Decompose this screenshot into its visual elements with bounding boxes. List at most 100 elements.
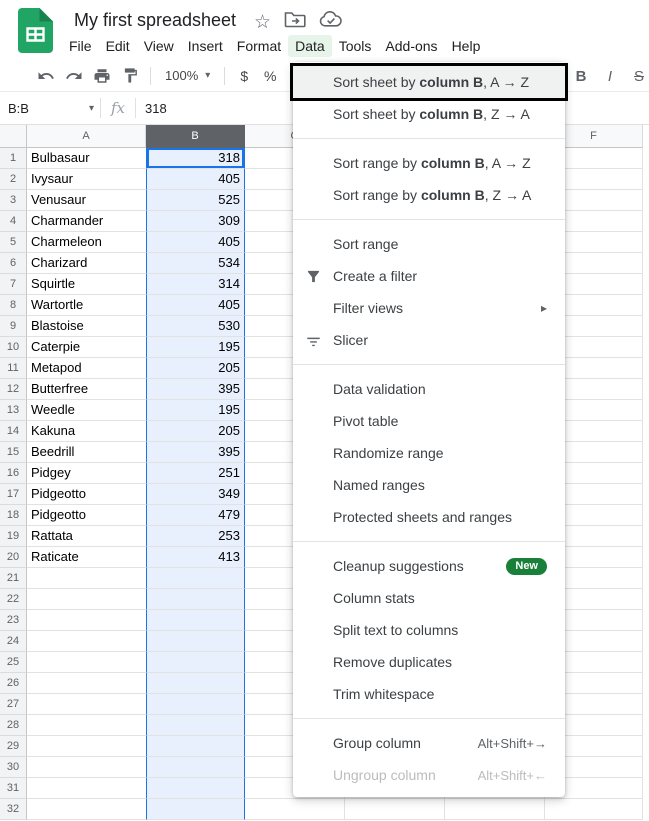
row-header-21[interactable]: 21: [0, 568, 27, 589]
menu-item-randomize-range[interactable]: Randomize range: [293, 437, 565, 469]
cell-a10[interactable]: Caterpie: [27, 337, 146, 358]
cell-a25[interactable]: [27, 652, 146, 673]
cell-b2[interactable]: 405: [146, 169, 245, 190]
cell-b14[interactable]: 205: [146, 421, 245, 442]
cell-a3[interactable]: Venusaur: [27, 190, 146, 211]
cell-b11[interactable]: 205: [146, 358, 245, 379]
column-header-b[interactable]: B: [146, 125, 245, 148]
cell-b10[interactable]: 195: [146, 337, 245, 358]
menubar-item-insert[interactable]: Insert: [181, 35, 230, 57]
row-header-13[interactable]: 13: [0, 400, 27, 421]
menu-item-sort-range[interactable]: Sort range: [293, 228, 565, 260]
cell-a19[interactable]: Rattata: [27, 526, 146, 547]
cell-a11[interactable]: Metapod: [27, 358, 146, 379]
row-header-12[interactable]: 12: [0, 379, 27, 400]
cell-b22[interactable]: [146, 589, 245, 610]
sheets-logo-icon[interactable]: [18, 8, 53, 58]
cell-b31[interactable]: [146, 778, 245, 799]
move-folder-icon[interactable]: [284, 11, 306, 33]
row-header-2[interactable]: 2: [0, 169, 27, 190]
row-header-8[interactable]: 8: [0, 295, 27, 316]
cell-a16[interactable]: Pidgey: [27, 463, 146, 484]
zoom-select[interactable]: 100% ▾: [165, 68, 210, 83]
strikethrough-button[interactable]: S: [630, 68, 648, 85]
cell-b12[interactable]: 395: [146, 379, 245, 400]
row-header-28[interactable]: 28: [0, 715, 27, 736]
row-header-26[interactable]: 26: [0, 673, 27, 694]
cell-b17[interactable]: 349: [146, 484, 245, 505]
cell-b16[interactable]: 251: [146, 463, 245, 484]
cell-c32[interactable]: [245, 799, 345, 820]
row-header-32[interactable]: 32: [0, 799, 27, 820]
cell-b8[interactable]: 405: [146, 295, 245, 316]
row-header-5[interactable]: 5: [0, 232, 27, 253]
cell-a28[interactable]: [27, 715, 146, 736]
cell-e32[interactable]: [445, 799, 545, 820]
row-header-1[interactable]: 1: [0, 148, 27, 169]
cell-a30[interactable]: [27, 757, 146, 778]
cell-b24[interactable]: [146, 631, 245, 652]
cell-a21[interactable]: [27, 568, 146, 589]
cell-b28[interactable]: [146, 715, 245, 736]
menubar-item-format[interactable]: Format: [230, 35, 288, 57]
cell-b27[interactable]: [146, 694, 245, 715]
cell-a15[interactable]: Beedrill: [27, 442, 146, 463]
row-header-11[interactable]: 11: [0, 358, 27, 379]
cell-a31[interactable]: [27, 778, 146, 799]
cell-b25[interactable]: [146, 652, 245, 673]
cell-b4[interactable]: 309: [146, 211, 245, 232]
row-header-23[interactable]: 23: [0, 610, 27, 631]
cell-a6[interactable]: Charizard: [27, 253, 146, 274]
cell-a23[interactable]: [27, 610, 146, 631]
format-currency-button[interactable]: $: [231, 68, 257, 84]
cell-a13[interactable]: Weedle: [27, 400, 146, 421]
row-header-3[interactable]: 3: [0, 190, 27, 211]
cell-a27[interactable]: [27, 694, 146, 715]
row-header-18[interactable]: 18: [0, 505, 27, 526]
menu-item-sort-range-by-column-b-z-a[interactable]: Sort range by column B, Z → A: [293, 179, 565, 211]
star-icon[interactable]: ☆: [254, 13, 271, 32]
cell-a1[interactable]: Bulbasaur: [27, 148, 146, 169]
cell-b6[interactable]: 534: [146, 253, 245, 274]
menu-item-sort-sheet-by-column-b-z-a[interactable]: Sort sheet by column B, Z → A: [293, 98, 565, 130]
format-percent-button[interactable]: %: [257, 68, 283, 84]
row-header-4[interactable]: 4: [0, 211, 27, 232]
menu-item-split-text-to-columns[interactable]: Split text to columns: [293, 614, 565, 646]
cell-a2[interactable]: Ivysaur: [27, 169, 146, 190]
cell-a17[interactable]: Pidgeotto: [27, 484, 146, 505]
menu-item-group-column[interactable]: Group columnAlt+Shift+→: [293, 727, 565, 759]
menu-item-remove-duplicates[interactable]: Remove duplicates: [293, 646, 565, 678]
cell-b23[interactable]: [146, 610, 245, 631]
cell-a32[interactable]: [27, 799, 146, 820]
print-button[interactable]: [88, 64, 116, 88]
menu-item-sort-sheet-by-column-b-a-z[interactable]: Sort sheet by column B, A → Z: [293, 66, 565, 98]
menubar-item-help[interactable]: Help: [445, 35, 488, 57]
redo-button[interactable]: [60, 64, 88, 88]
row-header-16[interactable]: 16: [0, 463, 27, 484]
cell-b26[interactable]: [146, 673, 245, 694]
cell-b3[interactable]: 525: [146, 190, 245, 211]
cell-d32[interactable]: [345, 799, 445, 820]
cell-a18[interactable]: Pidgeotto: [27, 505, 146, 526]
cell-b9[interactable]: 530: [146, 316, 245, 337]
cell-f32[interactable]: [545, 799, 643, 820]
undo-button[interactable]: [32, 64, 60, 88]
menu-item-named-ranges[interactable]: Named ranges: [293, 469, 565, 501]
row-header-29[interactable]: 29: [0, 736, 27, 757]
row-header-27[interactable]: 27: [0, 694, 27, 715]
cell-a7[interactable]: Squirtle: [27, 274, 146, 295]
row-header-9[interactable]: 9: [0, 316, 27, 337]
row-header-25[interactable]: 25: [0, 652, 27, 673]
row-header-14[interactable]: 14: [0, 421, 27, 442]
cell-b21[interactable]: [146, 568, 245, 589]
menu-item-trim-whitespace[interactable]: Trim whitespace: [293, 678, 565, 710]
menubar-item-data[interactable]: Data: [288, 35, 332, 57]
cell-a8[interactable]: Wartortle: [27, 295, 146, 316]
cell-b30[interactable]: [146, 757, 245, 778]
bold-button[interactable]: B: [572, 68, 590, 85]
cell-b19[interactable]: 253: [146, 526, 245, 547]
column-header-a[interactable]: A: [27, 125, 146, 148]
cell-b29[interactable]: [146, 736, 245, 757]
menu-item-sort-range-by-column-b-a-z[interactable]: Sort range by column B, A → Z: [293, 147, 565, 179]
cell-a24[interactable]: [27, 631, 146, 652]
